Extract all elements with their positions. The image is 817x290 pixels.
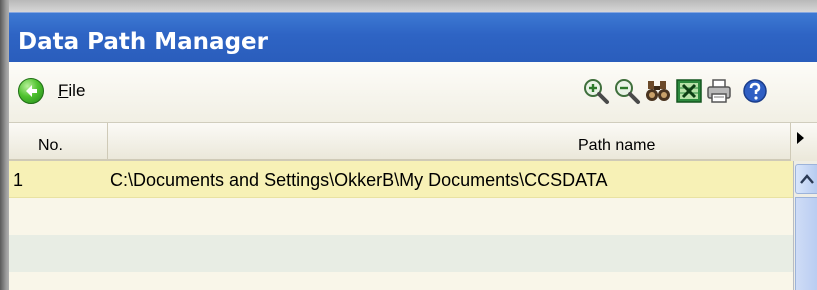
file-menu[interactable]: File bbox=[58, 78, 85, 104]
print-button[interactable] bbox=[705, 77, 733, 105]
window-top-strip bbox=[0, 0, 817, 12]
scroll-up-button[interactable] bbox=[795, 164, 817, 194]
row-path-cell: C:\Documents and Settings\OkkerB\My Docu… bbox=[110, 170, 608, 190]
file-menu-label: ile bbox=[68, 81, 86, 100]
find-icon bbox=[646, 81, 670, 101]
zoom-in-button[interactable] bbox=[582, 77, 610, 105]
chevron-up-icon bbox=[800, 174, 814, 184]
export-excel-button[interactable] bbox=[675, 77, 703, 105]
zoom-out-icon bbox=[615, 79, 640, 104]
zoom-out-button[interactable] bbox=[613, 77, 641, 105]
scroll-right-icon bbox=[797, 132, 804, 144]
find-button[interactable] bbox=[644, 77, 672, 105]
column-header-path-name-label: Path name bbox=[578, 137, 656, 154]
zoom-in-icon bbox=[584, 79, 609, 104]
back-button[interactable] bbox=[18, 78, 44, 104]
table-header bbox=[9, 123, 804, 161]
file-menu-mnemonic: F bbox=[58, 81, 69, 100]
window-left-border bbox=[0, 0, 9, 290]
scroll-thumb[interactable] bbox=[795, 197, 817, 290]
row-no-cell: 1 bbox=[13, 170, 24, 190]
table-row-empty bbox=[9, 198, 793, 235]
window-title: Data Path Manager bbox=[18, 29, 268, 55]
data-path-manager-window: Data Path Manager File No. Path name 1 C… bbox=[0, 0, 817, 290]
print-icon bbox=[707, 79, 731, 103]
table-row-empty bbox=[9, 235, 793, 272]
help-icon bbox=[743, 79, 767, 103]
help-button[interactable] bbox=[741, 77, 769, 105]
back-arrow-icon bbox=[26, 85, 37, 97]
column-header-no-label: No. bbox=[38, 137, 63, 154]
table-row-empty bbox=[9, 272, 793, 290]
export-excel-icon bbox=[676, 79, 702, 103]
